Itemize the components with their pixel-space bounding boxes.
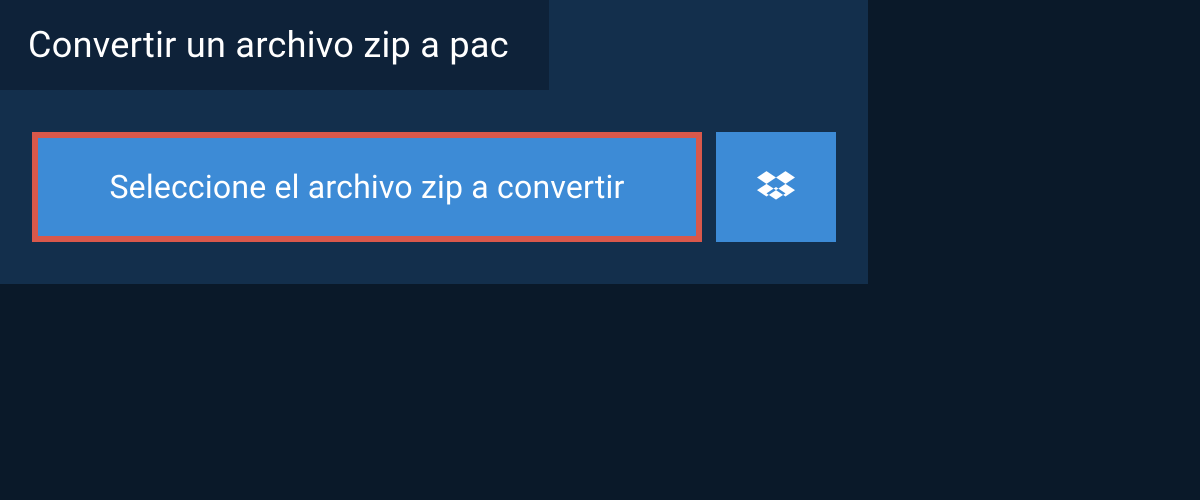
dropbox-button[interactable] xyxy=(716,132,836,242)
select-file-button[interactable]: Seleccione el archivo zip a convertir xyxy=(32,132,702,242)
converter-panel: Convertir un archivo zip a pac Seleccion… xyxy=(0,0,868,284)
page-title: Convertir un archivo zip a pac xyxy=(28,24,509,66)
tab-header: Convertir un archivo zip a pac xyxy=(0,0,549,90)
content-area: Seleccione el archivo zip a convertir xyxy=(0,90,868,284)
dropbox-icon xyxy=(757,168,795,206)
